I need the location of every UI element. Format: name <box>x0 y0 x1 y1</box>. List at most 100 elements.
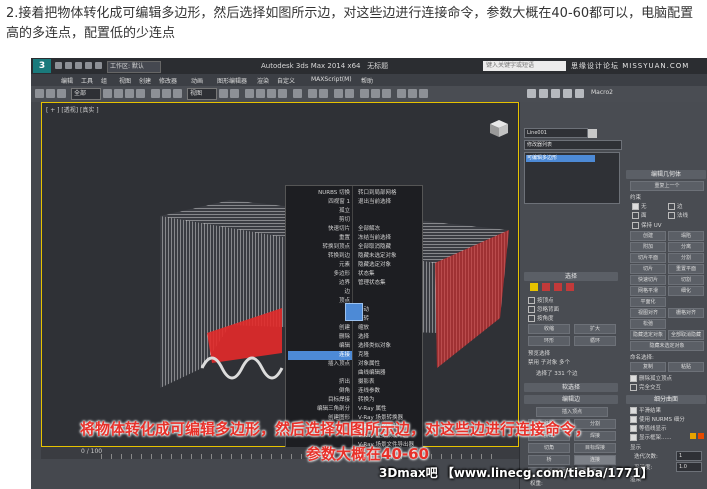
menu-item[interactable]: 工具 <box>81 76 93 85</box>
menu-item[interactable]: MAXScript(M) <box>311 76 352 83</box>
quad-menu-item[interactable]: 连接 <box>288 351 352 360</box>
new-file-icon[interactable] <box>55 62 62 69</box>
quad-menu-item[interactable]: 元素 <box>288 261 352 270</box>
curve-editor-icon[interactable] <box>360 89 369 98</box>
constraint-normal[interactable]: 法线 <box>668 211 688 219</box>
quad-menu-item[interactable]: 隐藏选定对象 <box>356 261 422 270</box>
quad-menu-item[interactable]: V-Ray 属性 <box>356 405 422 414</box>
quad-menu-item[interactable]: 转换到顶点 <box>288 243 352 252</box>
planarize-button[interactable]: 平面化 <box>630 297 666 307</box>
chamfer-button[interactable]: 切角 <box>528 443 570 453</box>
quad-menu-item[interactable]: 摄影表 <box>356 378 422 387</box>
hide-unselected-button[interactable]: 隐藏未选定对象 <box>630 341 704 351</box>
menu-item[interactable]: 视图 <box>119 76 131 85</box>
named-selection-icon[interactable] <box>293 89 302 98</box>
spinner-snap-icon[interactable] <box>278 89 287 98</box>
relax-button[interactable]: 松弛 <box>630 319 666 329</box>
loop-button[interactable]: 循环 <box>574 336 616 346</box>
soft-selection-header[interactable]: 软选择 <box>524 383 618 392</box>
quad-menu-item[interactable]: 边界 <box>288 279 352 288</box>
material-editor-icon[interactable] <box>382 89 391 98</box>
quickslice-button[interactable]: 快速切片 <box>630 275 666 285</box>
quad-menu-item[interactable]: 全部取消隐藏 <box>356 243 422 252</box>
quad-menu-item[interactable]: 多边形 <box>288 270 352 279</box>
insert-vertex-button[interactable]: 插入顶点 <box>536 407 608 417</box>
full-interactivity-checkbox[interactable]: 完全交互 <box>630 383 661 391</box>
quad-menu-item[interactable]: NURBS 切换 <box>288 189 352 198</box>
select-manipulate-icon[interactable] <box>230 89 239 98</box>
pivot-center-icon[interactable] <box>219 89 228 98</box>
quad-menu-item[interactable]: 转口到局部网格 <box>356 189 422 198</box>
collapse-button[interactable]: 塌陷 <box>668 231 704 241</box>
menu-item[interactable]: 帮助 <box>361 76 373 85</box>
timeline[interactable]: 0 / 100 <box>41 447 519 459</box>
object-color-swatch[interactable] <box>588 129 597 138</box>
graphite-ribbon-icon[interactable] <box>345 89 354 98</box>
motion-panel-icon[interactable] <box>563 89 572 98</box>
quad-menu-item[interactable]: 转换为 <box>356 396 422 405</box>
use-nurms-checkbox[interactable]: 使用 NURMS 细分 <box>630 415 685 423</box>
quad-menu-item[interactable]: 快速切片 <box>288 225 352 234</box>
attach-button[interactable]: 附加 <box>630 242 666 252</box>
polygon-mode-icon[interactable] <box>566 283 574 291</box>
menu-item[interactable]: 动画 <box>191 76 203 85</box>
align-icon[interactable] <box>319 89 328 98</box>
menu-item[interactable]: 编辑 <box>61 76 73 85</box>
quad-menu-item[interactable]: 编辑 <box>288 342 352 351</box>
preview-multi[interactable]: 多个 <box>559 360 570 366</box>
select-object-icon[interactable] <box>103 89 112 98</box>
quad-menu-item[interactable]: 隐藏未选定对象 <box>356 252 422 261</box>
copy-button[interactable]: 复制 <box>630 362 666 372</box>
slice-button[interactable]: 切片 <box>630 264 666 274</box>
modifier-list-select[interactable]: 修改器列表 <box>524 140 622 150</box>
detach-button[interactable]: 分离 <box>668 242 704 252</box>
constraint-face[interactable]: 面 <box>632 211 647 219</box>
by-vertex-checkbox[interactable]: 按顶点 <box>528 296 554 304</box>
quad-menu-item[interactable]: 旋转 <box>356 315 422 324</box>
quad-menu-item[interactable]: 剪切 <box>288 216 352 225</box>
create-panel-icon[interactable] <box>527 89 536 98</box>
quad-menu-item[interactable]: 移动 <box>356 306 422 315</box>
quad-menu-item[interactable]: 缩放 <box>356 324 422 333</box>
quad-menu-item[interactable]: 转换到边 <box>288 252 352 261</box>
constraint-none[interactable]: 无 <box>632 202 647 210</box>
tessellate-button[interactable]: 细化 <box>668 286 704 296</box>
move-icon[interactable] <box>151 89 160 98</box>
rendered-frame-icon[interactable] <box>408 89 417 98</box>
quad-menu-item[interactable]: 四视窗 1 <box>288 198 352 207</box>
view-align-button[interactable]: 视图对齐 <box>630 308 666 318</box>
quad-menu-item[interactable]: 孤立 <box>288 207 352 216</box>
quad-menu-item[interactable]: 选择 <box>356 333 422 342</box>
angle-snap-icon[interactable] <box>256 89 265 98</box>
quad-menu-item[interactable]: 连线参数 <box>356 387 422 396</box>
by-angle-checkbox[interactable]: 按角度 <box>528 314 554 322</box>
reference-coordinate-select[interactable]: 视图 <box>187 88 217 100</box>
quad-menu-item[interactable]: 管理状态集 <box>356 279 422 288</box>
quad-menu-item[interactable]: 状态集 <box>356 270 422 279</box>
preview-subobj[interactable]: 子对象 <box>541 360 558 366</box>
cut-button[interactable]: 切割 <box>668 275 704 285</box>
menu-item[interactable]: 组 <box>101 76 107 85</box>
layer-manager-icon[interactable] <box>334 89 343 98</box>
open-file-icon[interactable] <box>65 62 72 69</box>
meshsmooth-button[interactable]: 网格平滑 <box>630 286 666 296</box>
quad-menu-item[interactable]: 倒角 <box>288 387 352 396</box>
preview-disabled[interactable]: 禁用 <box>528 360 539 366</box>
stack-item-editable-poly[interactable]: 可编辑多边形 <box>526 155 595 162</box>
subdivision-surface-header[interactable]: 细分曲面 <box>626 395 706 404</box>
vertex-mode-icon[interactable] <box>530 283 538 291</box>
create-button[interactable]: 创建 <box>630 231 666 241</box>
slice-plane-button[interactable]: 切片平面 <box>630 253 666 263</box>
quad-menu-item[interactable]: 顶点 <box>288 297 352 306</box>
menu-item[interactable]: 图形编辑器 <box>217 76 247 85</box>
select-by-name-icon[interactable] <box>114 89 123 98</box>
search-input[interactable]: 键入关键字或短语 <box>483 61 566 71</box>
show-cage-checkbox[interactable]: 显示框架...... <box>630 433 672 441</box>
quad-menu-item[interactable]: 重置 <box>288 234 352 243</box>
quad-menu-item[interactable]: 挤出 <box>288 378 352 387</box>
repeat-last-button[interactable]: 重复上一个 <box>630 181 704 191</box>
cage-selected-color-swatch[interactable] <box>698 433 704 439</box>
perspective-viewport[interactable]: [ + ] [透视] [真实 ] NURBS 切换 四视窗 1 孤立 剪切 快速… <box>41 102 519 463</box>
undo-icon[interactable] <box>85 62 92 69</box>
constraint-edge[interactable]: 边 <box>668 202 683 210</box>
